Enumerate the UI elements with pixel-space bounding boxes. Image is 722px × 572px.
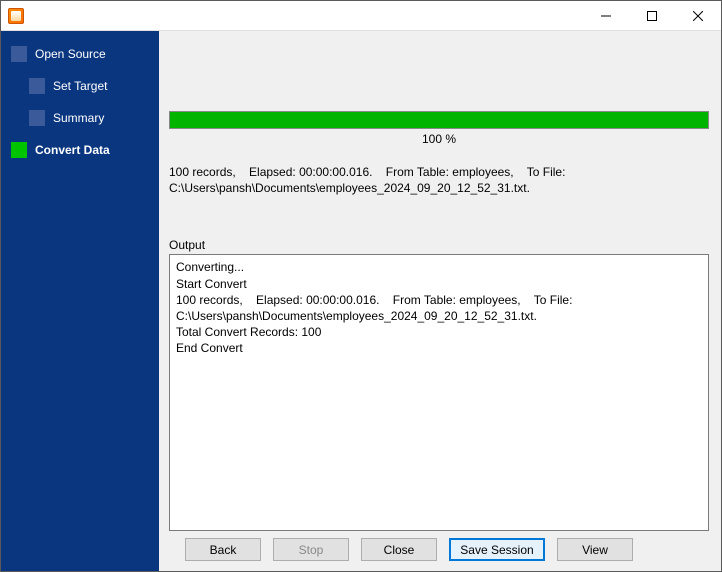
sidebar-step-set-target[interactable]: Set Target xyxy=(1,73,159,99)
output-textarea[interactable]: Converting... Start Convert 100 records,… xyxy=(169,254,709,531)
app-window: Open Source Set Target Summary Convert D… xyxy=(0,0,722,572)
minimize-icon xyxy=(601,11,611,21)
main-panel: 100 % 100 records, Elapsed: 00:00:00.016… xyxy=(159,31,721,571)
sidebar-step-summary[interactable]: Summary xyxy=(1,105,159,131)
maximize-icon xyxy=(647,11,657,21)
step-label: Set Target xyxy=(53,79,107,93)
view-button[interactable]: View xyxy=(557,538,633,561)
step-box-icon xyxy=(11,142,27,158)
step-box-icon xyxy=(11,46,27,62)
titlebar xyxy=(1,1,721,31)
sidebar-step-convert-data[interactable]: Convert Data xyxy=(1,137,159,163)
output-label: Output xyxy=(169,238,709,252)
close-button[interactable]: Close xyxy=(361,538,437,561)
progress-bar xyxy=(169,111,709,129)
minimize-button[interactable] xyxy=(583,1,629,30)
back-button[interactable]: Back xyxy=(185,538,261,561)
window-controls xyxy=(583,1,721,30)
step-label: Convert Data xyxy=(35,143,110,157)
close-icon xyxy=(693,11,703,21)
stop-button[interactable]: Stop xyxy=(273,538,349,561)
step-box-icon xyxy=(29,78,45,94)
save-session-button[interactable]: Save Session xyxy=(449,538,545,561)
app-icon xyxy=(8,8,24,24)
step-box-icon xyxy=(29,110,45,126)
output-content: Converting... Start Convert 100 records,… xyxy=(176,260,576,355)
wizard-sidebar: Open Source Set Target Summary Convert D… xyxy=(1,31,159,571)
progress-area: 100 % xyxy=(169,39,709,146)
button-row: Back Stop Close Save Session View xyxy=(169,531,709,561)
close-window-button[interactable] xyxy=(675,1,721,30)
maximize-button[interactable] xyxy=(629,1,675,30)
step-label: Open Source xyxy=(35,47,106,61)
step-label: Summary xyxy=(53,111,104,125)
progress-fill xyxy=(170,112,708,128)
window-body: Open Source Set Target Summary Convert D… xyxy=(1,31,721,571)
sidebar-step-open-source[interactable]: Open Source xyxy=(1,41,159,67)
status-text: 100 records, Elapsed: 00:00:00.016. From… xyxy=(169,164,709,196)
progress-percent-label: 100 % xyxy=(169,132,709,146)
